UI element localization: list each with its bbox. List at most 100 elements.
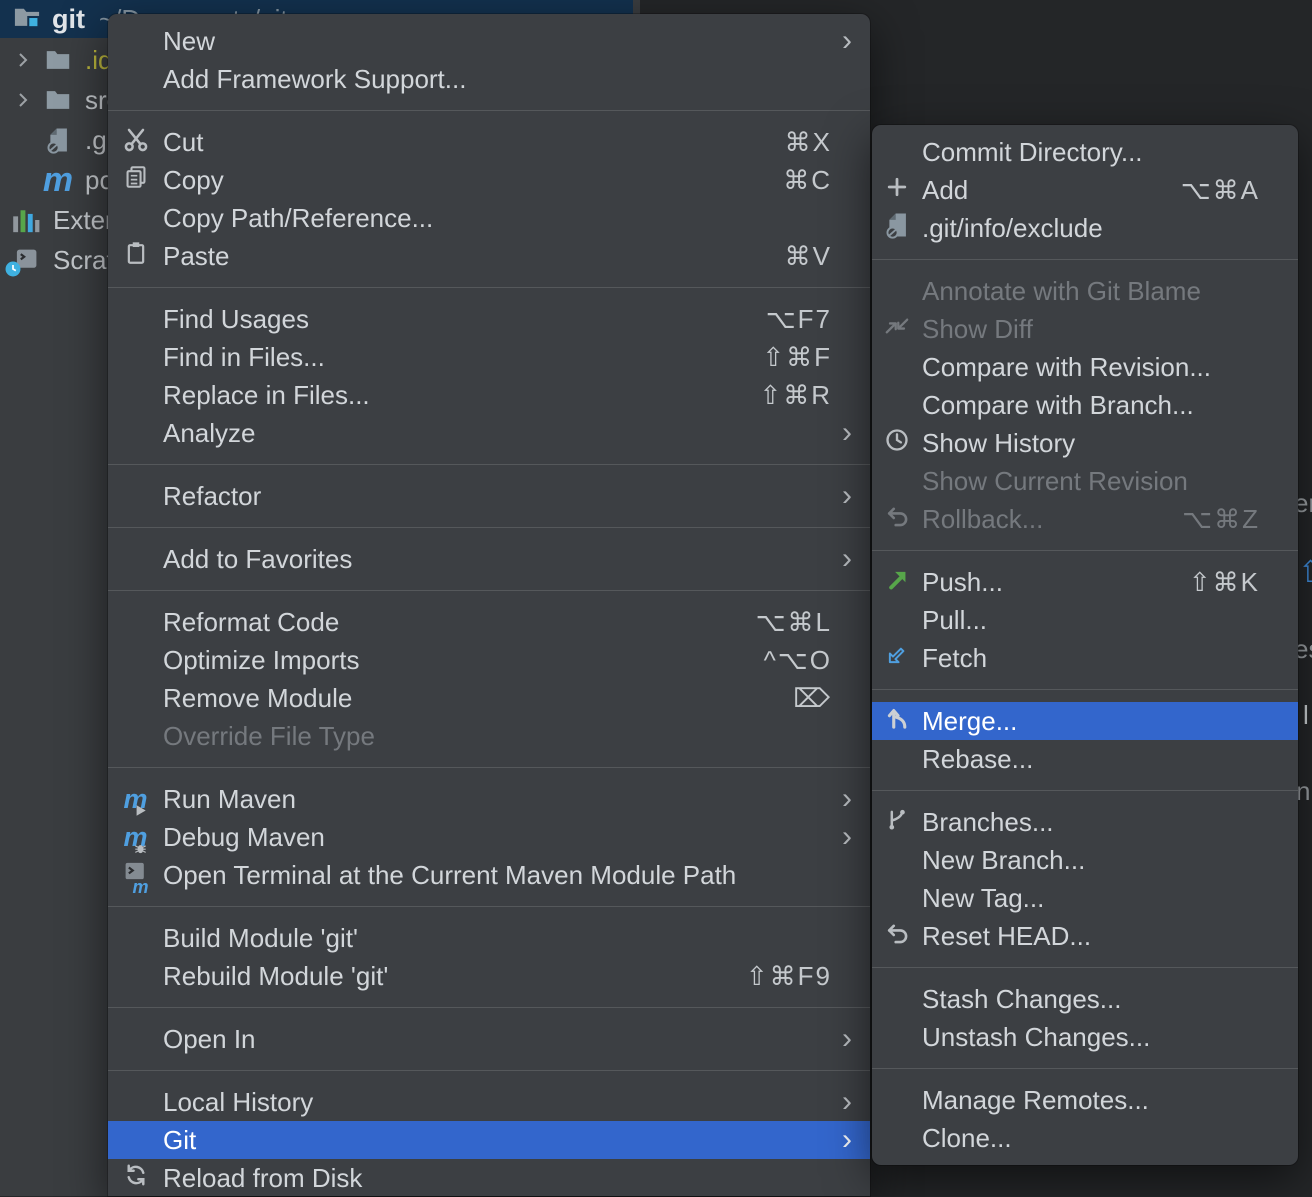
menu-separator <box>872 259 1298 260</box>
menu-separator <box>872 689 1298 690</box>
menu-item-optimize-imports[interactable]: Optimize Imports^⌥O <box>108 641 870 679</box>
merge-icon <box>884 705 910 738</box>
menu-separator <box>872 967 1298 968</box>
branch-icon <box>884 806 910 839</box>
plus-icon <box>885 175 909 206</box>
menu-item-show-current-revision: Show Current Revision <box>872 462 1298 500</box>
menu-item-local-history[interactable]: Local History› <box>108 1083 870 1121</box>
shortcut: ⌥⌘L <box>756 607 856 638</box>
menu-item-stash-changes[interactable]: Stash Changes... <box>872 980 1298 1018</box>
submenu-arrow-icon: › <box>842 784 856 814</box>
menu-item-paste[interactable]: Paste⌘V <box>108 237 870 275</box>
shortcut: ⌘X <box>785 127 856 158</box>
menu-item-cut[interactable]: Cut⌘X <box>108 123 870 161</box>
menu-item-analyze[interactable]: Analyze› <box>108 414 870 452</box>
menu-item-show-diff: Show Diff <box>872 310 1298 348</box>
menu-separator <box>872 550 1298 551</box>
shortcut: ⇧⌘K <box>1189 567 1284 598</box>
shortcut: ⌥F7 <box>766 304 856 335</box>
menu-item-refactor[interactable]: Refactor› <box>108 477 870 515</box>
menu-item-annotate-git-blame: Annotate with Git Blame <box>872 272 1298 310</box>
folder-icon <box>40 49 76 71</box>
menu-item-new-branch[interactable]: New Branch... <box>872 841 1298 879</box>
paste-icon <box>123 240 149 273</box>
menu-item-run-maven[interactable]: mRun Maven› <box>108 780 870 818</box>
menu-item-reload-from-disk[interactable]: Reload from Disk <box>108 1159 870 1197</box>
menu-item-compare-with-revision[interactable]: Compare with Revision... <box>872 348 1298 386</box>
push-arrow-icon <box>884 566 910 599</box>
menu-separator <box>108 767 870 768</box>
menu-item-new-tag[interactable]: New Tag... <box>872 879 1298 917</box>
shortcut: ⇧⌘F <box>762 342 856 373</box>
menu-separator <box>108 110 870 111</box>
shortcut: ⌦ <box>793 683 856 714</box>
menu-separator <box>872 790 1298 791</box>
clock-icon <box>884 427 910 460</box>
menu-separator <box>108 527 870 528</box>
submenu-arrow-icon: › <box>842 1087 856 1117</box>
menu-item-git-add[interactable]: Add⌥⌘A <box>872 171 1298 209</box>
menu-item-replace-in-files[interactable]: Replace in Files...⇧⌘R <box>108 376 870 414</box>
shortcut: ^⌥O <box>764 645 856 676</box>
chevron-right-icon[interactable] <box>6 50 40 70</box>
background-text-fragment: l <box>1303 700 1309 731</box>
menu-separator <box>108 1070 870 1071</box>
menu-item-find-usages[interactable]: Find Usages⌥F7 <box>108 300 870 338</box>
menu-item-commit-directory[interactable]: Commit Directory... <box>872 133 1298 171</box>
menu-item-remove-module[interactable]: Remove Module⌦ <box>108 679 870 717</box>
shortcut: ⌘V <box>785 241 856 272</box>
menu-separator <box>108 906 870 907</box>
menu-item-git[interactable]: Git› <box>108 1121 870 1159</box>
menu-item-manage-remotes[interactable]: Manage Remotes... <box>872 1081 1298 1119</box>
menu-item-reset-head[interactable]: Reset HEAD... <box>872 917 1298 955</box>
menu-item-find-in-files[interactable]: Find in Files...⇧⌘F <box>108 338 870 376</box>
submenu-arrow-icon: › <box>842 1024 856 1054</box>
submenu-arrow-icon: › <box>842 544 856 574</box>
menu-item-merge[interactable]: Merge... <box>872 702 1298 740</box>
menu-item-add-to-favorites[interactable]: Add to Favorites› <box>108 540 870 578</box>
menu-item-pull[interactable]: Pull... <box>872 601 1298 639</box>
scissors-icon <box>122 125 150 160</box>
maven-icon: m <box>40 163 76 197</box>
submenu-arrow-icon: › <box>842 1125 856 1155</box>
scratches-icon <box>8 247 44 273</box>
submenu-arrow-icon: › <box>842 418 856 448</box>
menu-item-compare-with-branch[interactable]: Compare with Branch... <box>872 386 1298 424</box>
menu-item-git-exclude[interactable]: .git/info/exclude <box>872 209 1298 247</box>
menu-item-branches[interactable]: Branches... <box>872 803 1298 841</box>
menu-item-copy-path-reference[interactable]: Copy Path/Reference... <box>108 199 870 237</box>
menu-item-push[interactable]: Push...⇧⌘K <box>872 563 1298 601</box>
submenu-arrow-icon: › <box>842 26 856 56</box>
menu-item-debug-maven[interactable]: mDebug Maven› <box>108 818 870 856</box>
menu-item-unstash-changes[interactable]: Unstash Changes... <box>872 1018 1298 1056</box>
maven-debug-icon: m <box>123 822 147 853</box>
menu-item-open-terminal-maven[interactable]: mOpen Terminal at the Current Maven Modu… <box>108 856 870 894</box>
submenu-arrow-icon: › <box>842 481 856 511</box>
menu-item-rebase[interactable]: Rebase... <box>872 740 1298 778</box>
menu-item-override-file-type: Override File Type <box>108 717 870 755</box>
menu-item-show-history[interactable]: Show History <box>872 424 1298 462</box>
menu-item-copy[interactable]: Copy⌘C <box>108 161 870 199</box>
submenu-arrow-icon: › <box>842 822 856 852</box>
background-text-fragment: n <box>1296 776 1310 807</box>
menu-item-new[interactable]: New› <box>108 22 870 60</box>
menu-item-rebuild-module[interactable]: Rebuild Module 'git'⇧⌘F9 <box>108 957 870 995</box>
undo-icon <box>884 503 910 536</box>
menu-item-build-module[interactable]: Build Module 'git' <box>108 919 870 957</box>
chevron-right-icon[interactable] <box>6 90 40 110</box>
folder-icon <box>40 89 76 111</box>
shortcut: ⇧⌘R <box>759 380 856 411</box>
menu-item-reformat-code[interactable]: Reformat Code⌥⌘L <box>108 603 870 641</box>
menu-item-add-framework-support[interactable]: Add Framework Support... <box>108 60 870 98</box>
refresh-icon <box>123 1162 149 1195</box>
shortcut: ⌥⌘A <box>1181 175 1284 206</box>
project-root-name: git <box>52 4 85 35</box>
menu-item-fetch[interactable]: Fetch <box>872 639 1298 677</box>
menu-separator <box>108 287 870 288</box>
library-icon <box>8 207 44 233</box>
menu-separator <box>872 1068 1298 1069</box>
menu-item-rollback: Rollback...⌥⌘Z <box>872 500 1298 538</box>
menu-item-clone[interactable]: Clone... <box>872 1119 1298 1157</box>
menu-item-open-in[interactable]: Open In› <box>108 1020 870 1058</box>
project-folder-icon <box>13 4 41 35</box>
